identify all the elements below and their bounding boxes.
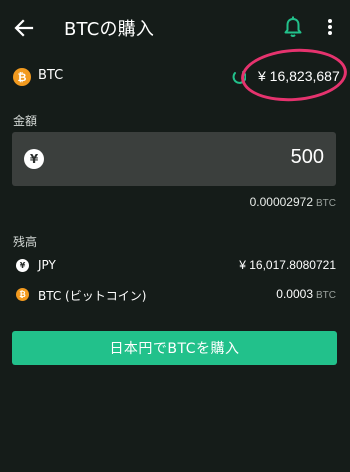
converted-amount: 0.00002972 BTC (250, 195, 336, 209)
balance-row-btc: ₿ BTC (ビットコイン) 0.0003 BTC (0, 283, 350, 307)
balance-amount: ¥ 16,017.8080721 (239, 258, 336, 272)
yen-icon: ¥ (24, 149, 44, 169)
balance-label: 残高 (13, 235, 38, 249)
balance-value: 0.0003 BTC (276, 287, 336, 301)
converted-unit: BTC (316, 198, 336, 209)
page-title: BTCの購入 (64, 19, 155, 40)
amount-value: 500 (290, 146, 324, 168)
balance-amount: 0.0003 (276, 287, 313, 301)
yen-icon: ¥ (16, 259, 29, 272)
app-bar: BTCの購入 (0, 0, 350, 56)
balance-value: ¥ 16,017.8080721 (239, 258, 336, 272)
coin-name: BTC (38, 68, 64, 83)
back-button[interactable] (10, 14, 38, 42)
buy-button[interactable]: 日本円でBTCを購入 (12, 331, 337, 365)
converted-value: 0.00002972 (249, 195, 313, 209)
notification-button[interactable] (281, 15, 305, 39)
balance-name: JPY (38, 258, 56, 272)
balance-row-jpy: ¥ JPY ¥ 16,017.8080721 (0, 254, 350, 278)
amount-label: 金額 (13, 114, 38, 128)
amount-input[interactable]: ¥ 500 (12, 132, 336, 186)
balance-name: BTC (ビットコイン) (38, 289, 147, 303)
bitcoin-icon: ₿ (13, 68, 31, 86)
more-menu-button[interactable] (320, 15, 340, 39)
balance-unit: BTC (316, 290, 336, 301)
arrow-left-icon (14, 19, 34, 37)
bitcoin-icon: ₿ (16, 288, 29, 301)
more-vert-icon (328, 19, 332, 35)
bell-icon (284, 16, 302, 37)
